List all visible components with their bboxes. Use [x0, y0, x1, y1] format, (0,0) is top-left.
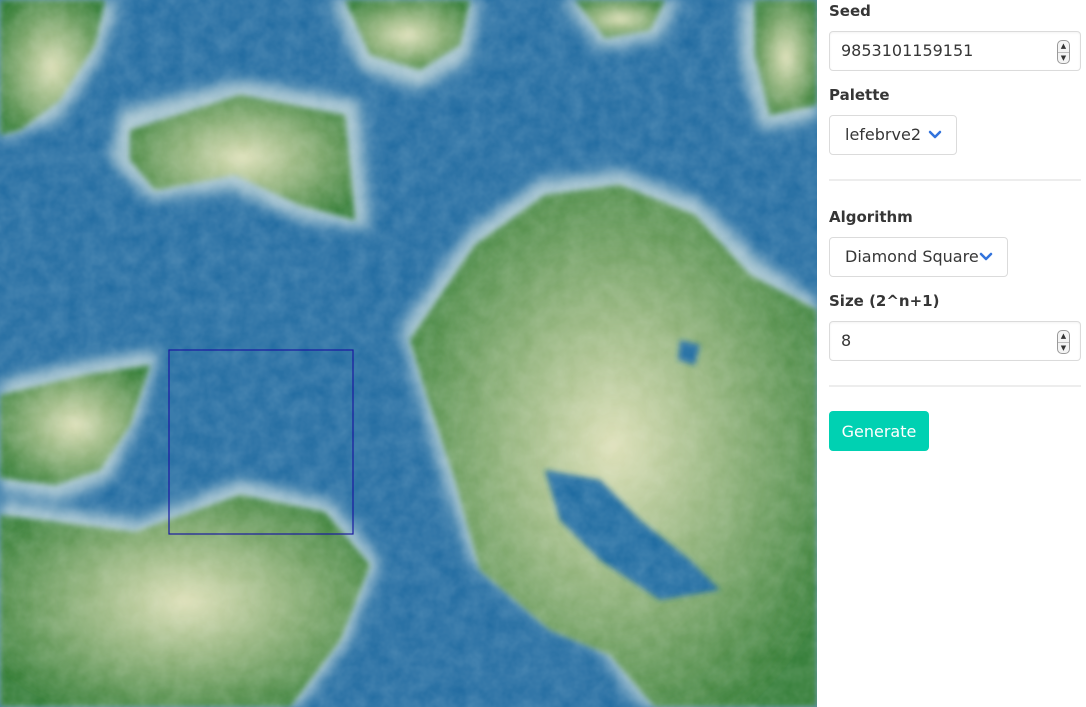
algorithm-value: Diamond Square — [845, 247, 979, 266]
spinner-up-icon[interactable]: ▲ — [1058, 331, 1069, 342]
terrain-map-image — [0, 0, 817, 707]
control-panel: Seed 9853101159151 ▲ ▼ Palette lefebrve2… — [829, 0, 1081, 707]
spinner-up-icon[interactable]: ▲ — [1058, 41, 1069, 52]
algorithm-select[interactable]: Diamond Square — [829, 237, 1008, 277]
seed-value: 9853101159151 — [841, 41, 974, 60]
spinner-down-icon[interactable]: ▼ — [1058, 52, 1069, 64]
size-input[interactable]: 8 ▲ ▼ — [829, 321, 1081, 361]
palette-label: Palette — [829, 86, 890, 104]
chevron-down-icon — [979, 252, 993, 261]
algorithm-label: Algorithm — [829, 208, 913, 226]
terrain-map-canvas[interactable] — [0, 0, 817, 707]
divider — [829, 179, 1081, 181]
spinner-down-icon[interactable]: ▼ — [1058, 342, 1069, 354]
seed-input[interactable]: 9853101159151 ▲ ▼ — [829, 31, 1081, 71]
seed-spinner[interactable]: ▲ ▼ — [1057, 40, 1070, 64]
size-value: 8 — [841, 331, 852, 350]
chevron-down-icon — [928, 130, 942, 139]
palette-select[interactable]: lefebrve2 — [829, 115, 957, 155]
generate-button[interactable]: Generate — [829, 411, 929, 451]
divider — [829, 385, 1081, 387]
seed-label: Seed — [829, 2, 871, 20]
palette-value: lefebrve2 — [845, 125, 921, 144]
size-label: Size (2^n+1) — [829, 292, 940, 310]
size-spinner[interactable]: ▲ ▼ — [1057, 330, 1070, 354]
